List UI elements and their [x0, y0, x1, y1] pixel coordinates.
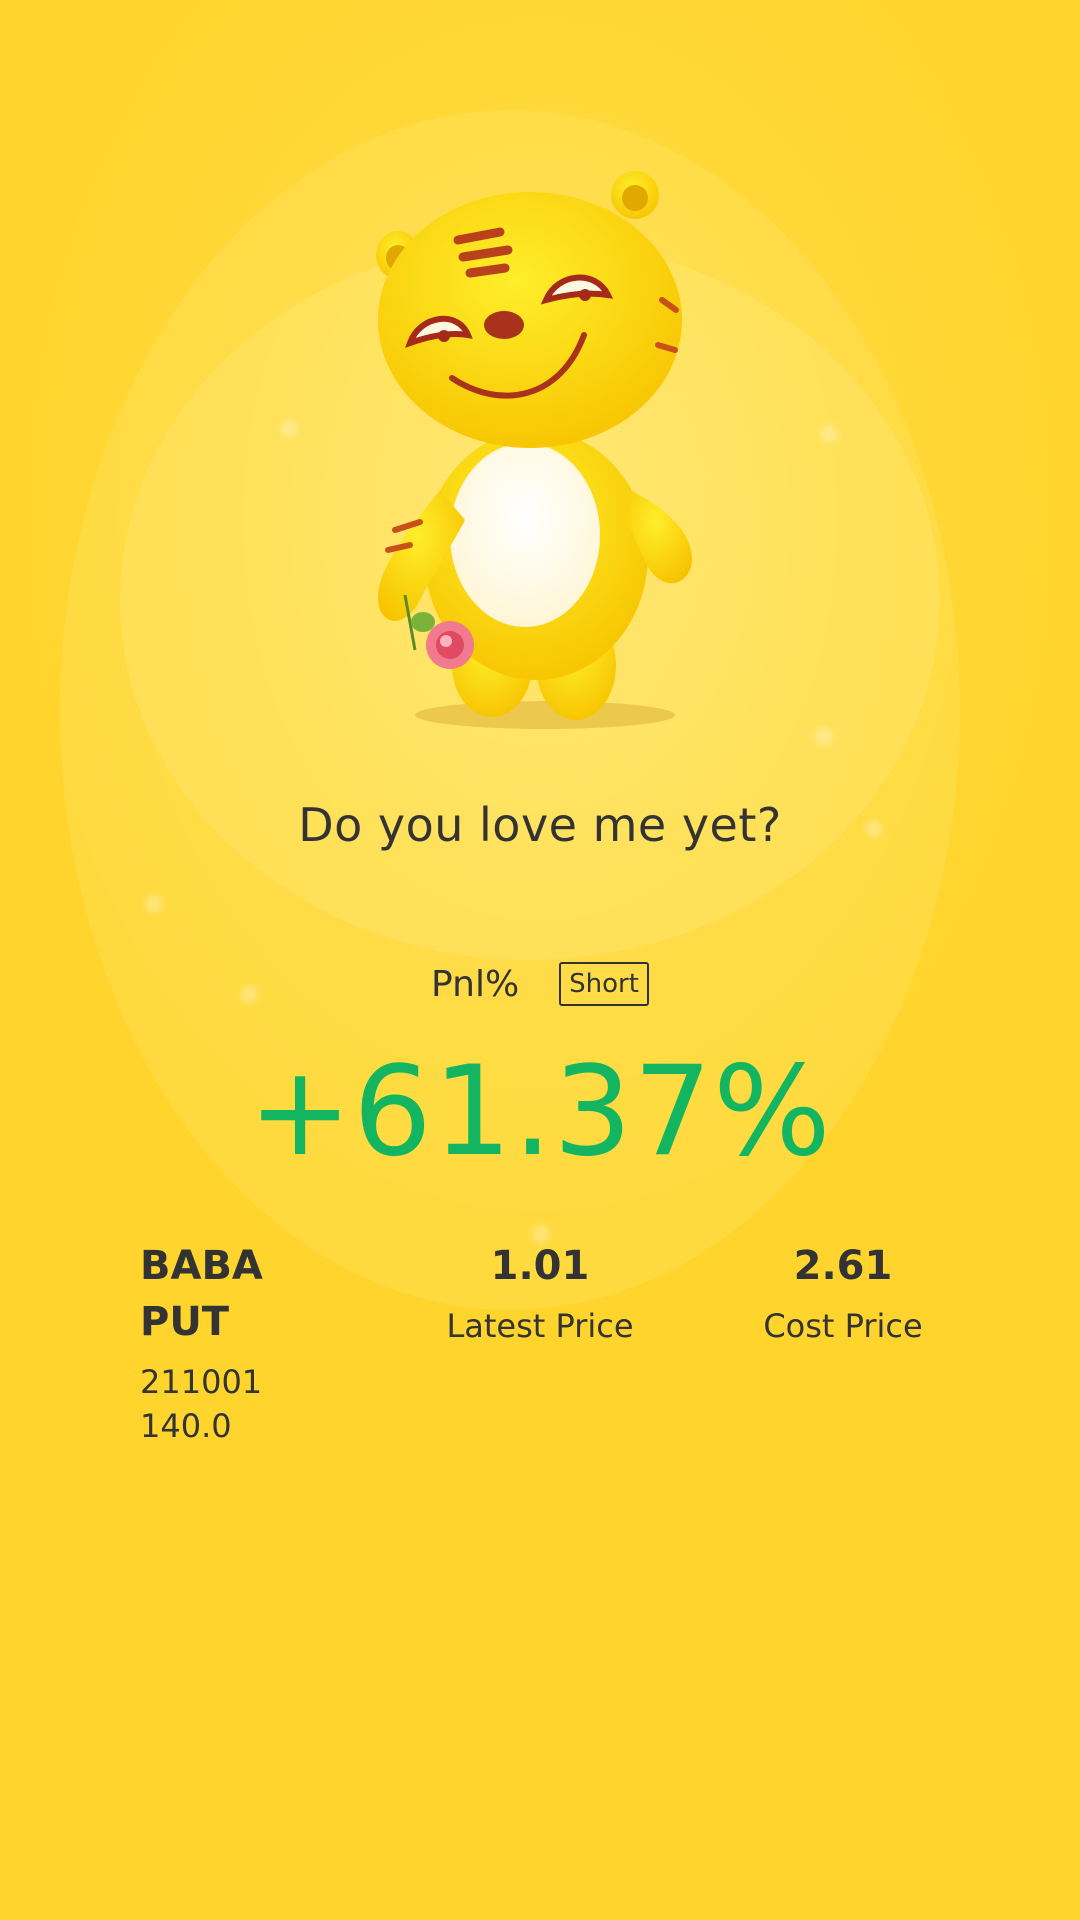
position-direction-badge: Short — [559, 962, 649, 1006]
headline: Do you love me yet? — [298, 798, 782, 852]
instrument-symbol: BABA PUT — [140, 1243, 263, 1345]
sparkle-dot — [280, 420, 298, 438]
sparkle-dot — [815, 728, 833, 746]
latest-price-stat: 1.01 Latest Price — [440, 1238, 640, 1348]
cost-price-stat: 2.61 Cost Price — [743, 1238, 943, 1348]
pnl-header-row: Pnl% Short — [0, 962, 1080, 1006]
cost-price-value: 2.61 — [793, 1243, 893, 1289]
position-stats: BABA PUT 211001 140.0 1.01 Latest Price … — [0, 1238, 1080, 1445]
sparkle-dot — [820, 425, 838, 443]
tiger-mascot-icon — [376, 171, 692, 729]
pnl-label: Pnl% — [431, 963, 520, 1005]
instrument-contract: 211001 140.0 — [140, 1363, 263, 1445]
cost-price-label: Cost Price — [763, 1307, 923, 1345]
latest-price-label: Latest Price — [446, 1307, 634, 1345]
instrument-stat: BABA PUT 211001 140.0 — [140, 1238, 335, 1448]
latest-price-value: 1.01 — [490, 1243, 590, 1289]
pnl-percentage-value: +61.37% — [248, 1040, 832, 1184]
sparkle-dot — [145, 895, 163, 913]
